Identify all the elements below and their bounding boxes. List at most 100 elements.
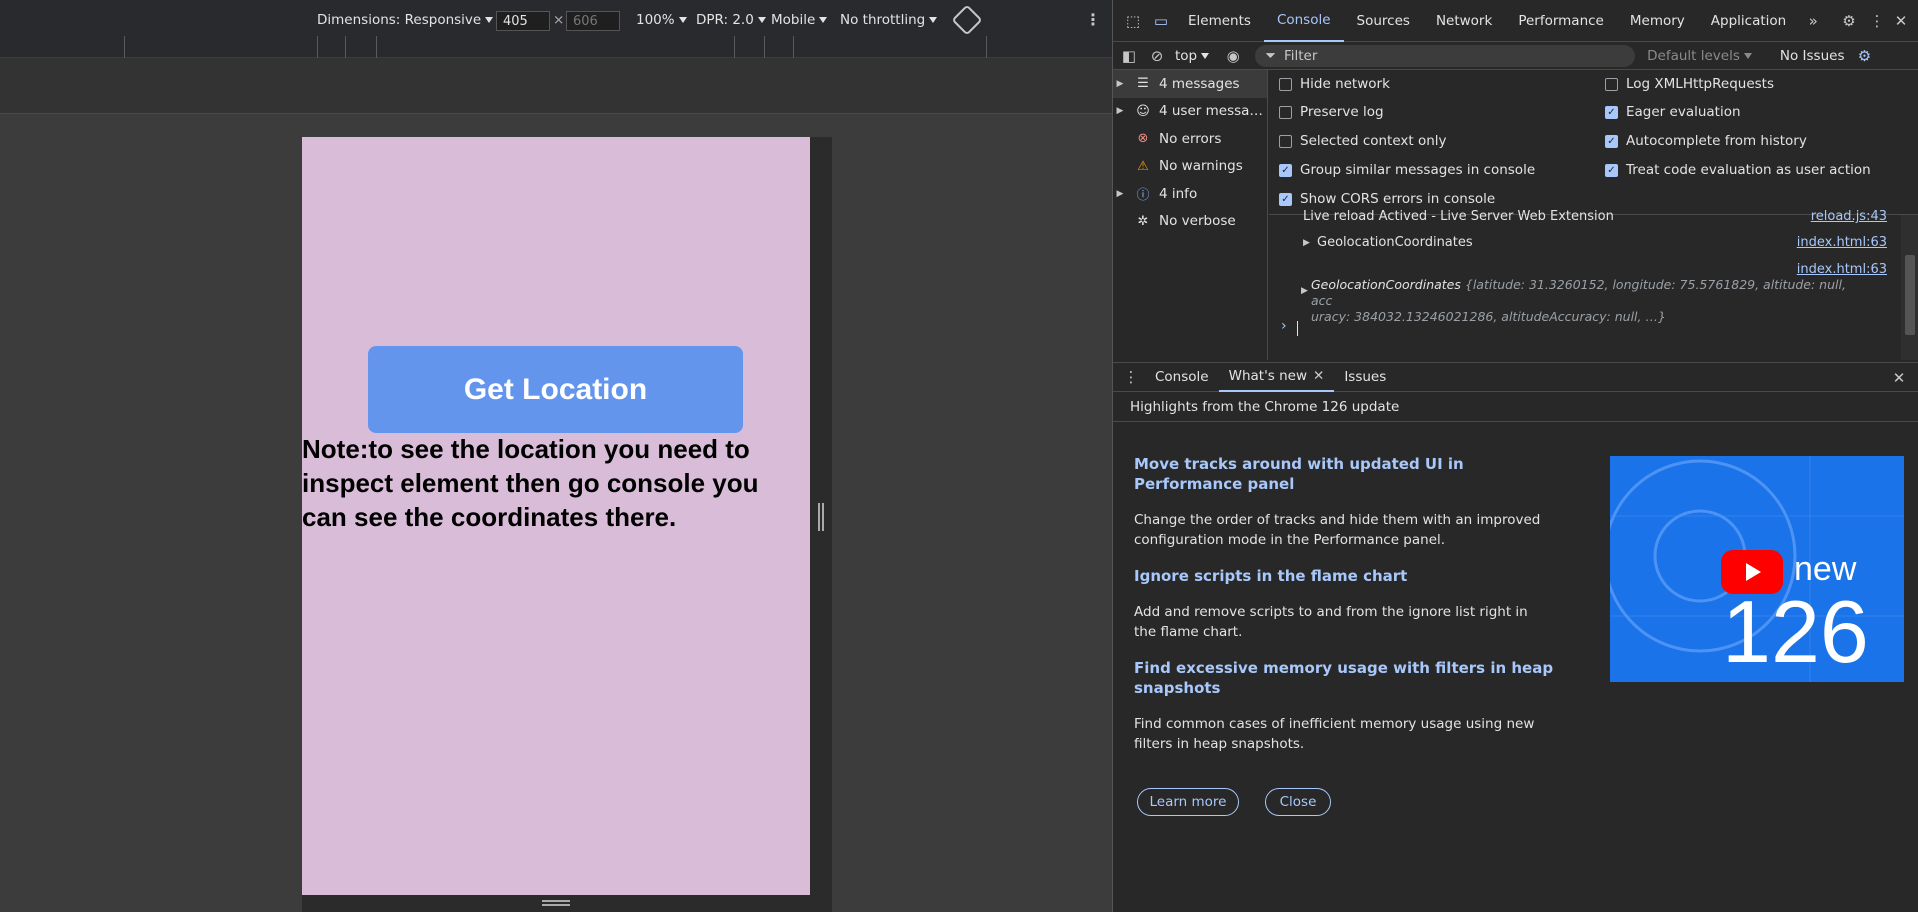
- log-message[interactable]: index.html:63 ▶ GeolocationCoordinates {…: [1269, 262, 1901, 324]
- sidebar-toggle-icon[interactable]: ◧: [1115, 42, 1143, 70]
- dpr-dropdown[interactable]: DPR: 2.0: [696, 12, 766, 28]
- sidebar-item-label: 4 messages: [1159, 75, 1240, 92]
- gear-icon[interactable]: ⚙: [1835, 7, 1863, 35]
- checkbox[interactable]: [1605, 77, 1618, 91]
- expand-arrow-icon: ▶: [1116, 78, 1124, 89]
- feature-title[interactable]: Find excessive memory usage with filters…: [1134, 658, 1554, 698]
- more-options-icon[interactable]: ⋮: [1085, 10, 1101, 29]
- feature-title[interactable]: Move tracks around with updated UI in Pe…: [1134, 454, 1554, 494]
- drawer-tab-console[interactable]: Console: [1145, 362, 1219, 392]
- setting-cors-errors[interactable]: ✓ Show CORS errors in console: [1279, 191, 1495, 207]
- console-settings-icon[interactable]: ⚙: [1850, 42, 1878, 70]
- checkbox[interactable]: ✓: [1279, 163, 1292, 177]
- device-toggle-icon[interactable]: ▭: [1147, 7, 1175, 35]
- issues-label[interactable]: No Issues: [1780, 48, 1845, 64]
- source-link[interactable]: index.html:63: [1797, 262, 1887, 277]
- grip-icon: [818, 503, 824, 531]
- close-button[interactable]: Close: [1265, 788, 1331, 816]
- checkbox[interactable]: ✓: [1605, 163, 1618, 177]
- feature-title[interactable]: Ignore scripts in the flame chart: [1134, 566, 1554, 586]
- clear-console-icon[interactable]: ⊘: [1143, 42, 1171, 70]
- chevron-down-icon: [819, 17, 828, 23]
- warning-icon: ⚠: [1137, 158, 1149, 174]
- filter-placeholder: Filter: [1283, 47, 1318, 64]
- sidebar-item-warnings[interactable]: ⚠ No warnings: [1113, 153, 1267, 181]
- setting-preserve-log[interactable]: Preserve log: [1279, 104, 1384, 120]
- devtools-tabbar: ⬚ ▭ Elements Console Sources Network Per…: [1113, 0, 1918, 42]
- close-drawer-icon[interactable]: ✕: [1885, 364, 1913, 392]
- filter-input[interactable]: ⏷ Filter: [1255, 44, 1636, 67]
- tab-application[interactable]: Application: [1698, 0, 1799, 42]
- tab-console[interactable]: Console: [1263, 0, 1344, 42]
- setting-group-similar[interactable]: ✓ Group similar messages in console: [1279, 162, 1535, 178]
- setting-label: Autocomplete from history: [1626, 133, 1807, 149]
- zoom-dropdown[interactable]: 100%: [636, 12, 687, 28]
- chevron-down-icon: [1743, 52, 1752, 59]
- tab-memory[interactable]: Memory: [1617, 0, 1698, 42]
- inspect-element-icon[interactable]: ⬚: [1119, 7, 1147, 35]
- checkbox[interactable]: [1279, 134, 1292, 148]
- device-type-dropdown[interactable]: Mobile: [771, 12, 828, 28]
- console-scrollbar[interactable]: [1901, 215, 1918, 360]
- sidebar-item-label: No verbose: [1159, 213, 1236, 230]
- close-icon[interactable]: ✕: [1887, 7, 1915, 35]
- sidebar-item-label: No warnings: [1159, 158, 1243, 175]
- chevron-down-icon: [678, 17, 687, 23]
- page-viewport: Get Location Note:to see the location yo…: [302, 137, 810, 895]
- source-link[interactable]: reload.js:43: [1811, 209, 1887, 224]
- checkbox[interactable]: ✓: [1279, 192, 1292, 206]
- devtools-panel: ⬚ ▭ Elements Console Sources Network Per…: [1112, 0, 1918, 912]
- feature-description: Add and remove scripts to and from the i…: [1134, 604, 1528, 640]
- setting-treat-code-eval[interactable]: ✓ Treat code evaluation as user action: [1605, 162, 1871, 178]
- sidebar-item-errors[interactable]: ⊗ No errors: [1113, 125, 1267, 153]
- console-prompt[interactable]: ›: [1269, 318, 1901, 340]
- setting-log-xhr[interactable]: Log XMLHttpRequests: [1605, 76, 1774, 92]
- sidebar-item-info[interactable]: ▶ ⓘ 4 info: [1113, 180, 1267, 208]
- get-location-button[interactable]: Get Location: [368, 346, 743, 433]
- height-input[interactable]: 606: [566, 11, 620, 31]
- note-text: Note:to see the location you need to ins…: [302, 434, 759, 532]
- tab-performance[interactable]: Performance: [1505, 0, 1617, 42]
- tab-elements[interactable]: Elements: [1175, 0, 1264, 42]
- tab-sources[interactable]: Sources: [1344, 0, 1423, 42]
- levels-label: Default levels: [1647, 47, 1740, 64]
- checkbox[interactable]: [1279, 77, 1292, 91]
- drawer-tab-whats-new[interactable]: What's new ✕: [1218, 362, 1335, 392]
- more-tabs-icon[interactable]: »: [1799, 7, 1827, 35]
- levels-dropdown[interactable]: Default levels: [1647, 48, 1752, 64]
- setting-eager-eval[interactable]: ✓ Eager evaluation: [1605, 104, 1741, 120]
- log-message[interactable]: ▶ GeolocationCoordinates index.html:63: [1269, 235, 1901, 255]
- device-type-label: Mobile: [771, 12, 816, 28]
- close-icon[interactable]: ✕: [1313, 368, 1324, 384]
- setting-autocomplete[interactable]: ✓ Autocomplete from history: [1605, 133, 1807, 149]
- setting-selected-context[interactable]: Selected context only: [1279, 133, 1447, 149]
- more-options-icon[interactable]: ⋮: [1117, 363, 1145, 391]
- resize-handle-bottom[interactable]: [302, 895, 832, 912]
- tab-network[interactable]: Network: [1423, 0, 1505, 42]
- checkbox[interactable]: ✓: [1605, 134, 1618, 148]
- setting-hide-network[interactable]: Hide network: [1279, 76, 1390, 92]
- expand-arrow-icon: ▶: [1303, 238, 1310, 248]
- sidebar-item-verbose[interactable]: ✲ No verbose: [1113, 208, 1267, 236]
- drawer-tab-issues[interactable]: Issues: [1334, 362, 1396, 392]
- prompt-icon: ›: [1281, 318, 1287, 334]
- scrollbar-thumb[interactable]: [1905, 255, 1915, 335]
- list-icon: ☰: [1137, 76, 1149, 92]
- context-dropdown[interactable]: top: [1175, 48, 1210, 64]
- promo-version-label: 126: [1722, 582, 1869, 681]
- console-messages: Live reload Actived - Live Server Web Ex…: [1269, 209, 1901, 360]
- dimensions-dropdown[interactable]: Dimensions: Responsive: [317, 12, 494, 28]
- width-input[interactable]: 405: [496, 11, 550, 31]
- sidebar-item-label: 4 user messa…: [1159, 103, 1263, 120]
- source-link[interactable]: index.html:63: [1797, 235, 1887, 250]
- sidebar-item-user-messages[interactable]: ▶ ☺ 4 user messa…: [1113, 98, 1267, 126]
- chrome-126-promo-image[interactable]: new 126: [1610, 456, 1904, 682]
- sidebar-item-messages[interactable]: ▶ ☰ 4 messages: [1113, 70, 1267, 98]
- learn-more-button[interactable]: Learn more: [1137, 788, 1239, 816]
- resize-handle-right[interactable]: [810, 137, 832, 912]
- throttling-dropdown[interactable]: No throttling: [840, 12, 938, 28]
- eye-icon[interactable]: ◉: [1219, 42, 1247, 70]
- checkbox[interactable]: [1279, 105, 1292, 119]
- checkbox[interactable]: ✓: [1605, 105, 1618, 119]
- rotate-icon[interactable]: [951, 4, 983, 36]
